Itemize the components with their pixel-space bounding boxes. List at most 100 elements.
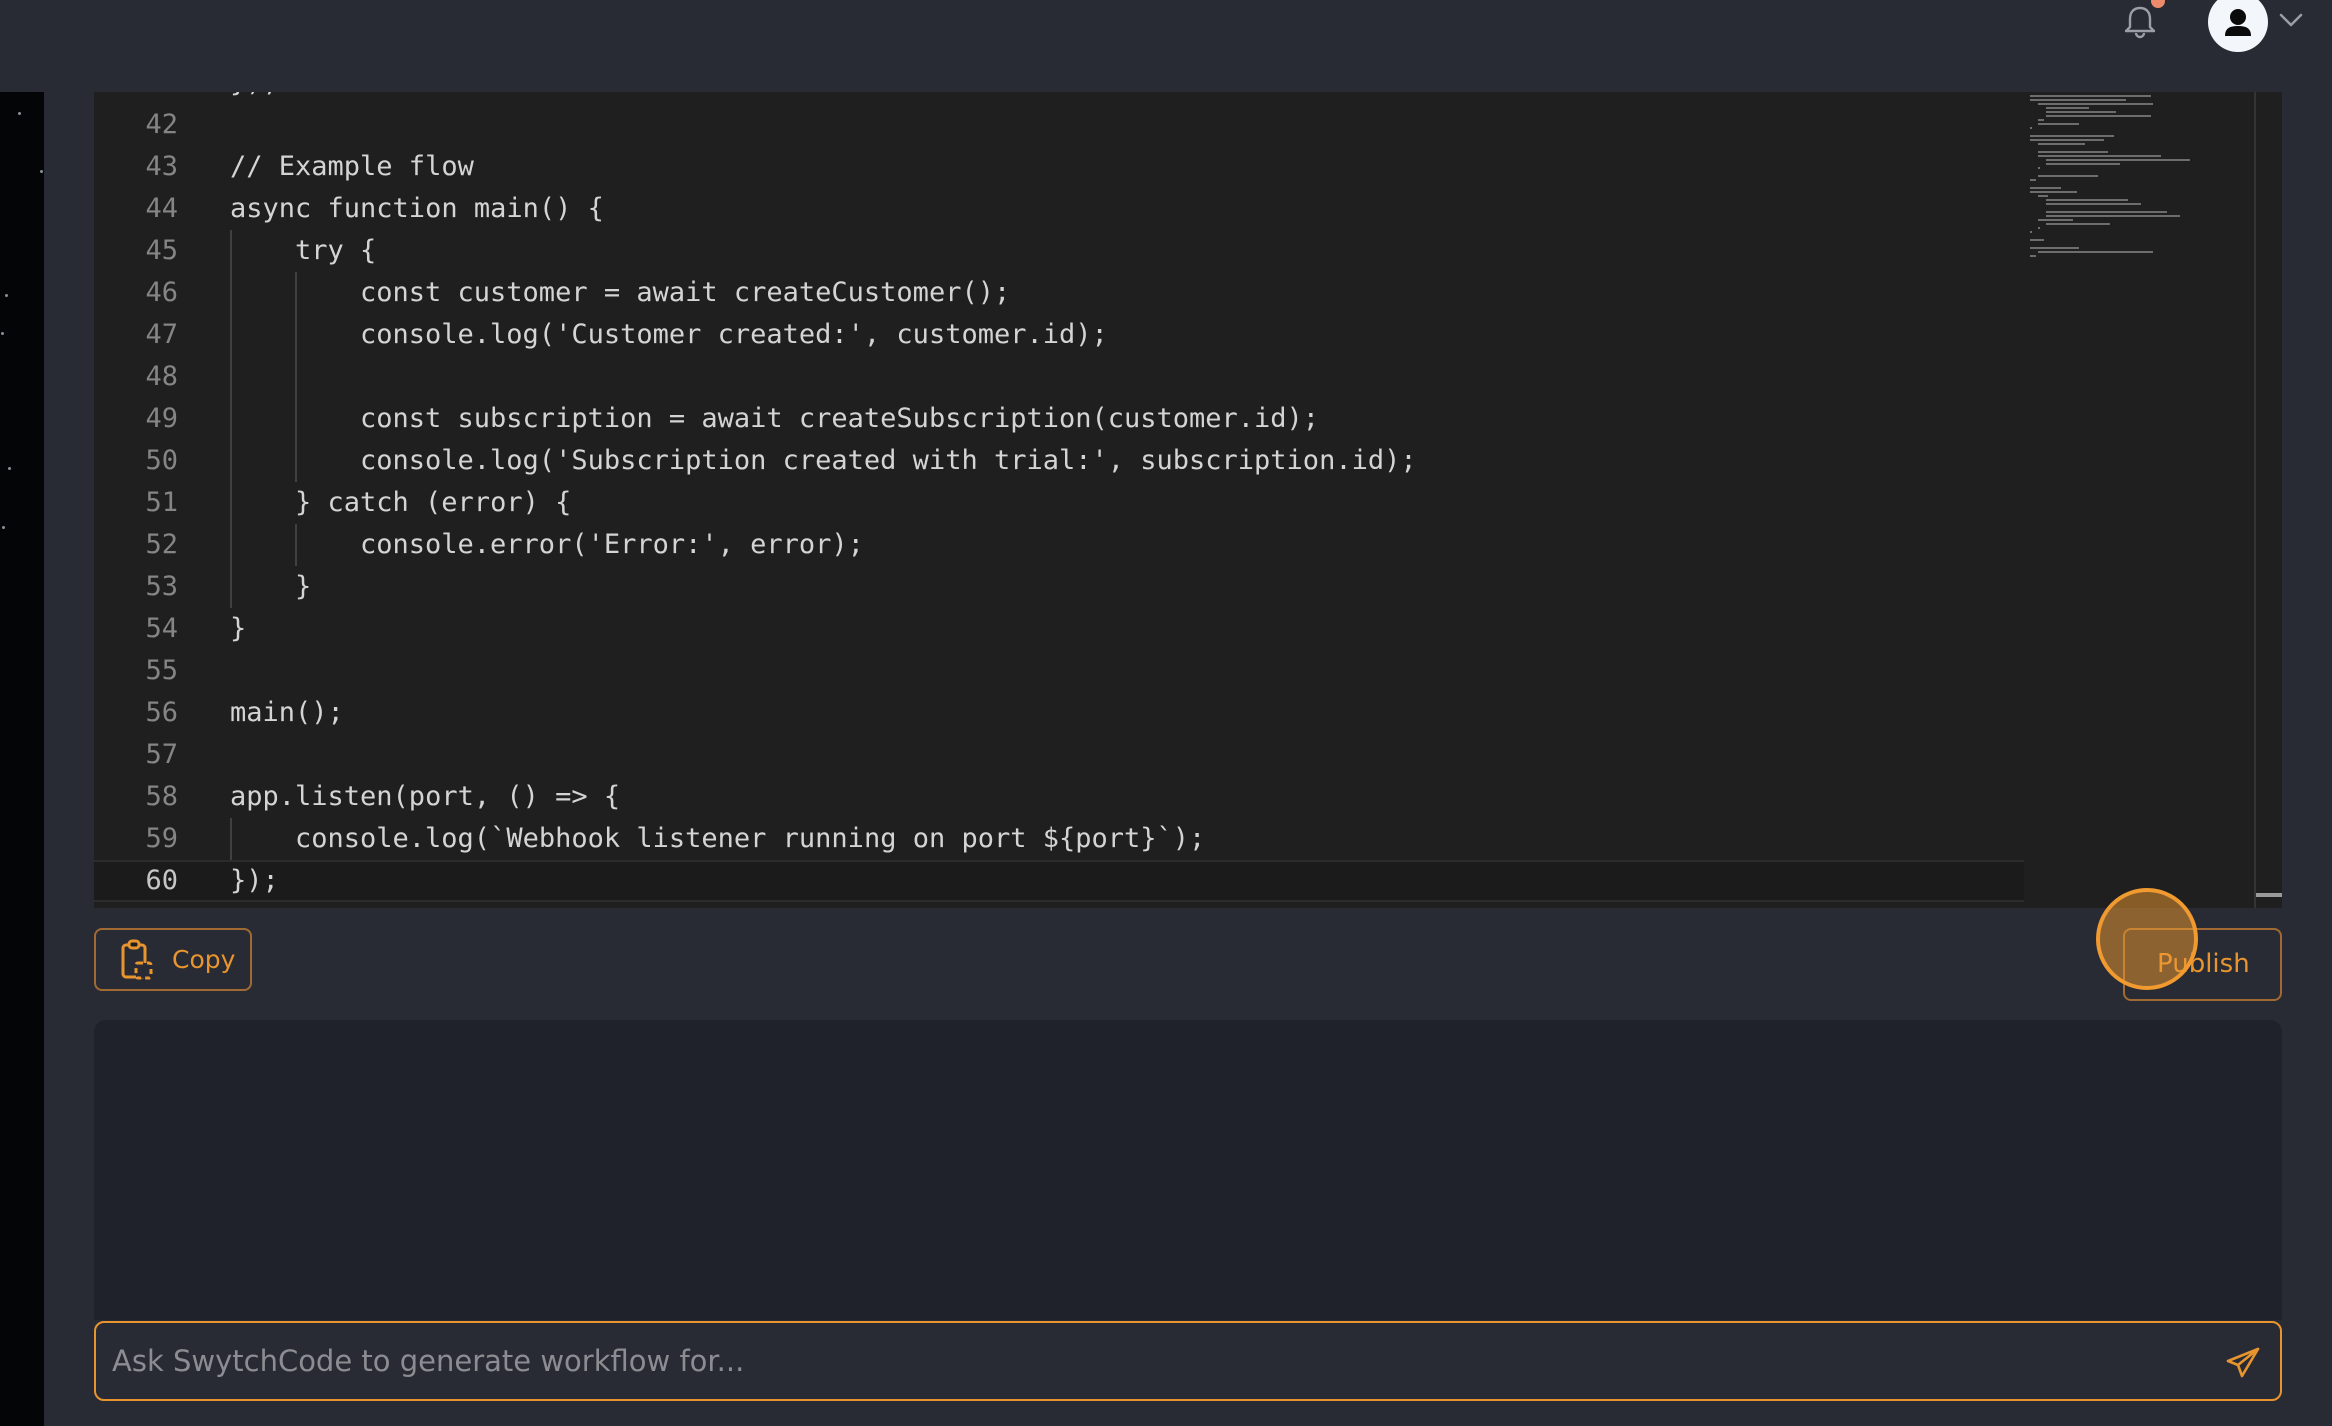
star-dot [8,467,11,470]
minimap-bar [2038,123,2080,125]
code-line[interactable]: 51} catch (error) { [94,482,2024,524]
copy-label: Copy [172,945,236,974]
minimap-bar [2030,139,2104,141]
minimap-bar [2038,251,2153,253]
prompt-bar [94,1321,2282,1401]
indent-guide [230,356,232,398]
star-dot [40,170,43,173]
line-number: 59 [145,823,178,854]
code-text: try { [295,235,377,266]
code-text: async function main() { [230,193,604,224]
minimap-bar [2038,167,2041,169]
code-line[interactable]: 45 try { [94,230,2024,272]
code-text: main(); [230,697,344,728]
minimap-bar [2030,247,2080,249]
indent-guide [295,398,297,440]
code-text: console.log('Subscription created with t… [360,445,1417,476]
code-line[interactable]: 50 console.log('Subscription created with… [94,440,2024,482]
code-line[interactable]: 43 // Example flow [94,146,2024,188]
vertical-scrollbar[interactable] [2256,92,2282,908]
notification-badge [2151,0,2165,8]
top-bar [0,0,2332,92]
code-text: app.listen(port, () => { [230,781,621,812]
code-line[interactable]: 58 app.listen(port, () => { [94,776,2024,818]
minimap-bar [2030,187,2061,189]
publish-label: Publish [2157,949,2250,979]
send-icon[interactable] [2222,1341,2264,1383]
code-text: } [295,571,312,602]
indent-guide [295,524,297,566]
minimap-bar [2038,103,2153,105]
code-line[interactable]: 46 const customer = await createCustomer(… [94,272,2024,314]
code-line[interactable]: 52 console.error('Error:', error); [94,524,2024,566]
code-text: console.error('Error:', error); [360,529,864,560]
minimap-bar [2030,239,2045,241]
code-line[interactable]: 55 [94,650,2024,692]
line-number: 44 [145,193,178,224]
code-line[interactable]: 41}); [94,92,2024,104]
user-icon [2225,9,2251,36]
minimap-bar [2038,175,2098,177]
minimap-bar [2030,99,2127,101]
minimap-line [2030,254,2252,258]
code-text: console.log(`Webhook listener running on… [295,823,1206,854]
minimap-bar [2046,115,2151,117]
code-text: // Example flow [230,151,474,182]
code-text: } [230,613,247,644]
code-line[interactable]: 42 [94,104,2024,146]
code-line[interactable]: 53} [94,566,2024,608]
line-number: 41 [94,92,178,104]
indent-guide [230,230,232,272]
chevron-down-icon[interactable] [2276,10,2306,30]
line-number: 52 [145,529,178,560]
code-text: const subscription = await createSubscri… [360,403,1320,434]
indent-guide [230,566,232,608]
code-line[interactable]: 60}); [94,860,2024,902]
bell-icon[interactable] [2120,2,2160,42]
code-line[interactable]: 49 const subscription = await createSubsc… [94,398,2024,440]
code-line[interactable]: 44 async function main() { [94,188,2024,230]
line-number: 49 [145,403,178,434]
line-number: 58 [145,781,178,812]
indent-guide [295,356,297,398]
star-dot [2,526,5,529]
line-number: 45 [145,235,178,266]
minimap-bar [2038,119,2045,121]
minimap-bar [2046,203,2141,205]
line-number: 47 [145,319,178,350]
minimap-bar [2046,159,2190,161]
line-number: 50 [145,445,178,476]
indent-guide [230,818,232,860]
code-line[interactable]: 56 main(); [94,692,2024,734]
code-line[interactable]: 54} [94,608,2024,650]
minimap[interactable] [2030,92,2252,908]
minimap-bar [2030,231,2033,233]
code-editor[interactable]: 41}); 42 43 // Example flow 44 async function… [94,92,2282,908]
code-line[interactable]: 48 [94,356,2024,398]
line-number: 60 [145,865,178,896]
line-number: 42 [145,109,178,140]
minimap-bar [2030,127,2033,129]
indent-guide [230,398,232,440]
minimap-bar [2038,227,2041,229]
minimap-bar [2030,191,2078,193]
code-line[interactable]: 57 [94,734,2024,776]
minimap-bar [2046,111,2117,113]
star-dot [1,332,4,335]
code-lines: 41}); 42 43 // Example flow 44 async function… [94,92,2024,902]
code-line[interactable]: 59 console.log(`Webhook listener running … [94,818,2024,860]
prompt-input[interactable] [112,1323,2192,1399]
response-area [94,1020,2282,1320]
minimap-bar [2030,95,2151,97]
scrollbar-thumb[interactable] [2256,893,2282,897]
publish-button[interactable]: Publish [2123,928,2282,1001]
copy-button[interactable]: Copy [94,928,252,991]
indent-guide [295,272,297,314]
indent-guide [295,314,297,356]
code-text: console.log('Customer created:', custome… [360,319,1108,350]
minimap-bar [2038,219,2074,221]
indent-guide [295,440,297,482]
avatar[interactable] [2208,0,2268,52]
clipboard-copy-icon [121,939,153,979]
code-line[interactable]: 47 console.log('Customer created:', custo… [94,314,2024,356]
